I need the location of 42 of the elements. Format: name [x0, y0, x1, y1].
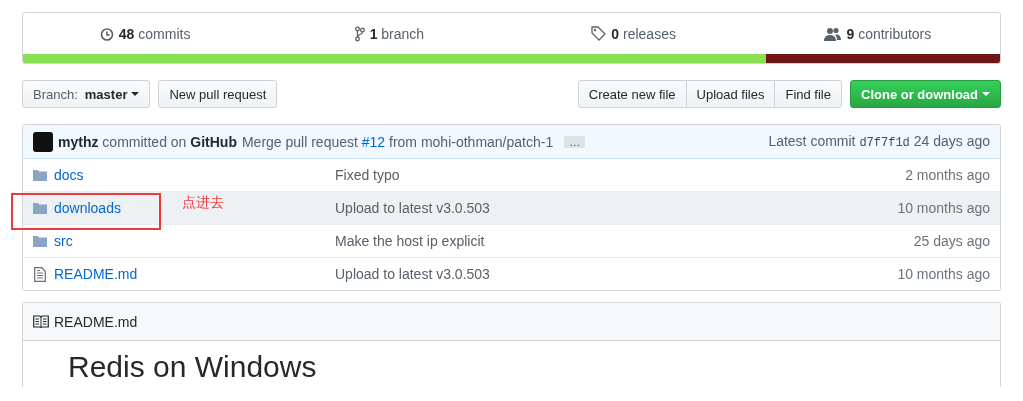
- commit-message-link[interactable]: Make the host ip explicit: [335, 233, 914, 249]
- readme-filename: README.md: [54, 313, 138, 330]
- readme-heading: Redis on Windows: [67, 349, 318, 385]
- file-action-button[interactable]: Find file: [774, 80, 842, 108]
- stat-link[interactable]: 48 commits: [118, 25, 191, 42]
- commit-age: 25 days ago: [913, 233, 990, 249]
- latest-commit-text: Latest commit d7f7f1d 24 days ago: [768, 133, 990, 150]
- expand-message-button[interactable]: …: [564, 135, 586, 148]
- history-icon: [99, 25, 114, 42]
- file-action-button[interactable]: Create new file: [577, 80, 687, 108]
- pull-request-link[interactable]: #12: [361, 133, 386, 150]
- file-name-link[interactable]: docs: [54, 167, 84, 183]
- stat-link[interactable]: 1 branch: [369, 25, 425, 42]
- branch-select-button[interactable]: Branch: master: [22, 80, 151, 108]
- folder-icon: [33, 202, 47, 214]
- file-name-link[interactable]: README.md: [54, 266, 138, 282]
- commit-age: 10 months ago: [897, 266, 990, 282]
- people-icon: [824, 26, 842, 41]
- avatar: [33, 131, 53, 152]
- folder-icon: [33, 235, 47, 247]
- commit-author-text: mythz committed on GitHub: [58, 133, 237, 150]
- file-row[interactable]: README.md Upload to latest v3.0.503 10 months ago: [23, 257, 1000, 290]
- caret-icon: [982, 92, 990, 96]
- caret-icon: [131, 92, 140, 96]
- commit-message-link[interactable]: Upload to latest v3.0.503: [335, 200, 898, 216]
- annotation-text: 点进去: [182, 194, 224, 212]
- file-action-button[interactable]: Upload files: [685, 80, 776, 108]
- file-icon: [34, 266, 46, 282]
- tag-icon: [591, 26, 607, 41]
- commit-message-link[interactable]: Fixed typo: [335, 167, 906, 183]
- commit-age: 2 months ago: [905, 167, 990, 183]
- book-icon: [33, 315, 49, 328]
- commit-message: Merge pull request #12 from mohi-othman/patch-1: [241, 133, 554, 150]
- stat-link[interactable]: 0 releases: [611, 25, 676, 42]
- branch-icon: [354, 25, 365, 42]
- stat-link[interactable]: 9 contributors: [846, 25, 932, 42]
- folder-icon: [33, 169, 47, 181]
- file-name-link[interactable]: src: [54, 233, 73, 249]
- commit-age: 10 months ago: [897, 200, 990, 216]
- file-name-link[interactable]: downloads: [54, 200, 121, 216]
- commit-message-link[interactable]: Upload to latest v3.0.503: [335, 266, 898, 282]
- new-pull-request-button[interactable]: New pull request: [158, 80, 278, 108]
